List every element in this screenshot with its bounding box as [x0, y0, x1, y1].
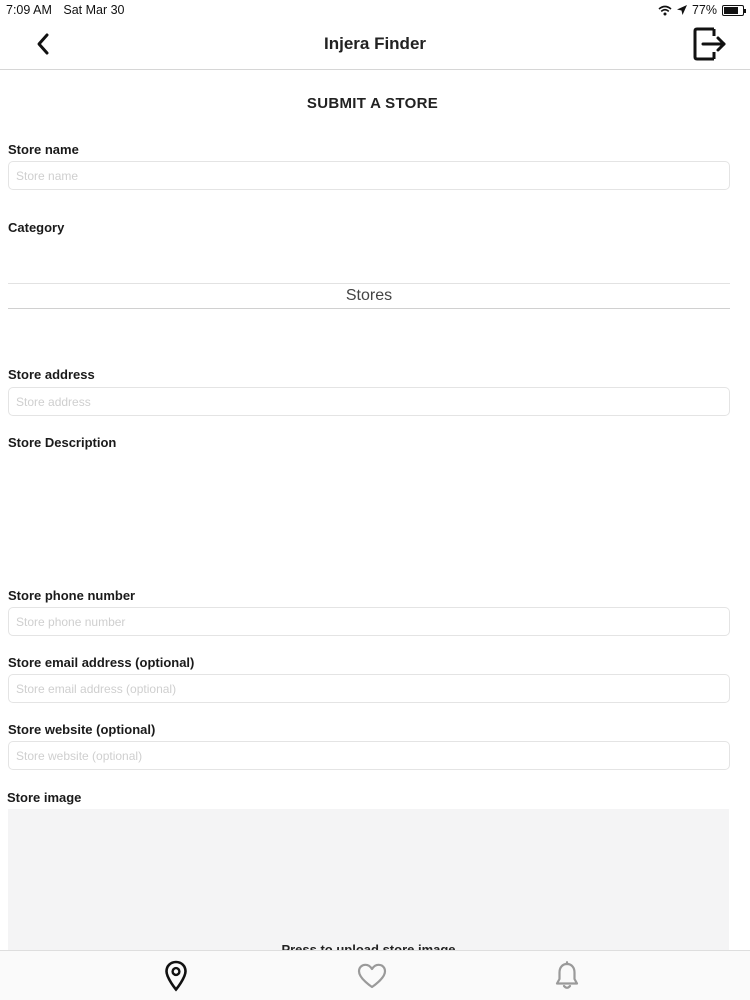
status-left: 7:09 AM Sat Mar 30 — [6, 3, 133, 17]
store-address-label: Store address — [8, 367, 95, 382]
map-pin-icon — [165, 960, 187, 992]
store-description-label: Store Description — [8, 435, 117, 450]
store-description-input[interactable] — [8, 456, 730, 586]
back-button[interactable] — [28, 28, 58, 60]
store-image-upload[interactable]: Press to upload store image — [8, 809, 729, 950]
wifi-icon — [658, 5, 672, 15]
bell-icon — [555, 961, 579, 989]
store-name-label: Store name — [8, 142, 79, 157]
store-name-input[interactable] — [8, 161, 730, 190]
chevron-left-icon — [37, 33, 49, 55]
status-time: 7:09 AM — [6, 3, 52, 17]
logout-button[interactable] — [692, 26, 728, 62]
battery-percent: 77% — [691, 3, 717, 17]
tab-favorites[interactable] — [355, 959, 389, 993]
logout-icon — [693, 27, 726, 61]
category-picker[interactable]: Stores — [8, 283, 730, 309]
store-image-upload-hint: Press to upload store image — [281, 942, 456, 950]
store-phone-input[interactable] — [8, 607, 730, 636]
status-bar: 7:09 AM Sat Mar 30 77% — [0, 0, 750, 20]
tab-notifications[interactable] — [550, 959, 584, 993]
store-email-input[interactable] — [8, 674, 730, 703]
store-address-input[interactable] — [8, 387, 730, 416]
store-website-label: Store website (optional) — [8, 722, 156, 737]
store-website-input[interactable] — [8, 741, 730, 770]
location-arrow-icon — [676, 5, 687, 15]
tab-bar — [0, 950, 750, 1000]
nav-title: Injera Finder — [323, 34, 427, 53]
store-image-label: Store image — [7, 790, 82, 805]
page-title: SUBMIT A STORE — [306, 95, 439, 112]
status-date: Sat Mar 30 — [63, 3, 125, 17]
status-right: 77% — [658, 3, 746, 17]
nav-bar: Injera Finder — [0, 20, 750, 70]
store-phone-label: Store phone number — [8, 588, 136, 603]
tab-map[interactable] — [159, 959, 193, 993]
heart-icon — [357, 963, 387, 989]
category-label: Category — [8, 220, 65, 235]
store-email-label: Store email address (optional) — [8, 655, 195, 670]
battery-icon — [722, 4, 746, 16]
submit-store-form: SUBMIT A STORE Store name Category Store… — [0, 71, 750, 950]
